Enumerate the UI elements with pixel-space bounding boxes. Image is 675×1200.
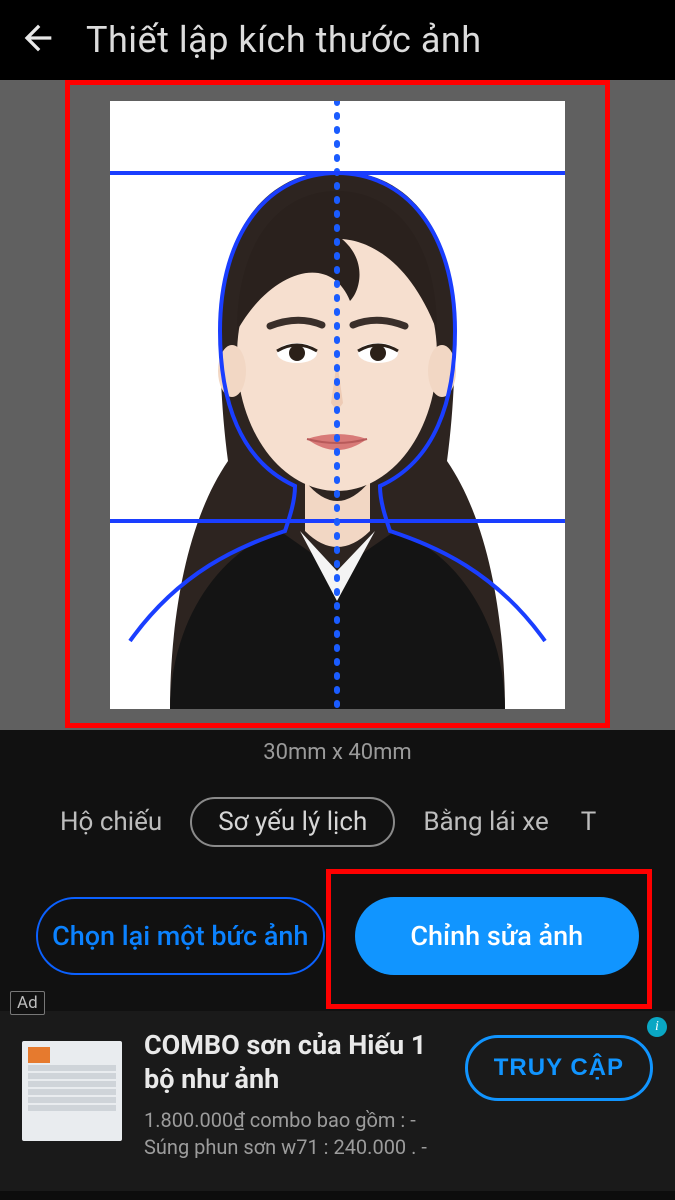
tab-passport[interactable]: Hộ chiếu — [56, 799, 166, 845]
action-row: Chọn lại một bức ảnh Chỉnh sửa ảnh — [0, 875, 675, 1011]
tab-driver-license[interactable]: Bằng lái xe — [419, 799, 552, 845]
ad-thumbnail — [22, 1041, 122, 1141]
ad-banner[interactable]: Ad i COMBO sơn của Hiếu 1 bộ như ảnh 1.8… — [0, 1011, 675, 1191]
page-title: Thiết lập kích thước ảnh — [86, 19, 482, 61]
ad-badge: Ad — [10, 991, 45, 1015]
photo-placeholder — [110, 101, 565, 709]
photo-canvas[interactable] — [110, 101, 565, 709]
size-preset-tabs: Hộ chiếu Sơ yếu lý lịch Bằng lái xe T — [0, 783, 675, 875]
header: Thiết lập kích thước ảnh — [0, 0, 675, 80]
back-icon[interactable] — [18, 18, 58, 62]
dimensions-label: 30mm x 40mm — [0, 730, 675, 783]
ad-info-icon[interactable]: i — [647, 1017, 667, 1037]
tab-resume[interactable]: Sơ yếu lý lịch — [190, 797, 395, 847]
ad-body: COMBO sơn của Hiếu 1 bộ như ảnh 1.800.00… — [144, 1029, 443, 1163]
photo-preview-area — [0, 80, 675, 730]
ad-cta-button[interactable]: TRUY CẬP — [465, 1035, 653, 1101]
edit-photo-button[interactable]: Chỉnh sửa ảnh — [355, 897, 640, 975]
ad-description: 1.800.000₫ combo bao gồm : - Súng phun s… — [144, 1107, 443, 1163]
reselect-photo-button[interactable]: Chọn lại một bức ảnh — [36, 897, 325, 975]
tab-more[interactable]: T — [577, 799, 597, 845]
ad-title: COMBO sơn của Hiếu 1 bộ như ảnh — [144, 1029, 443, 1097]
